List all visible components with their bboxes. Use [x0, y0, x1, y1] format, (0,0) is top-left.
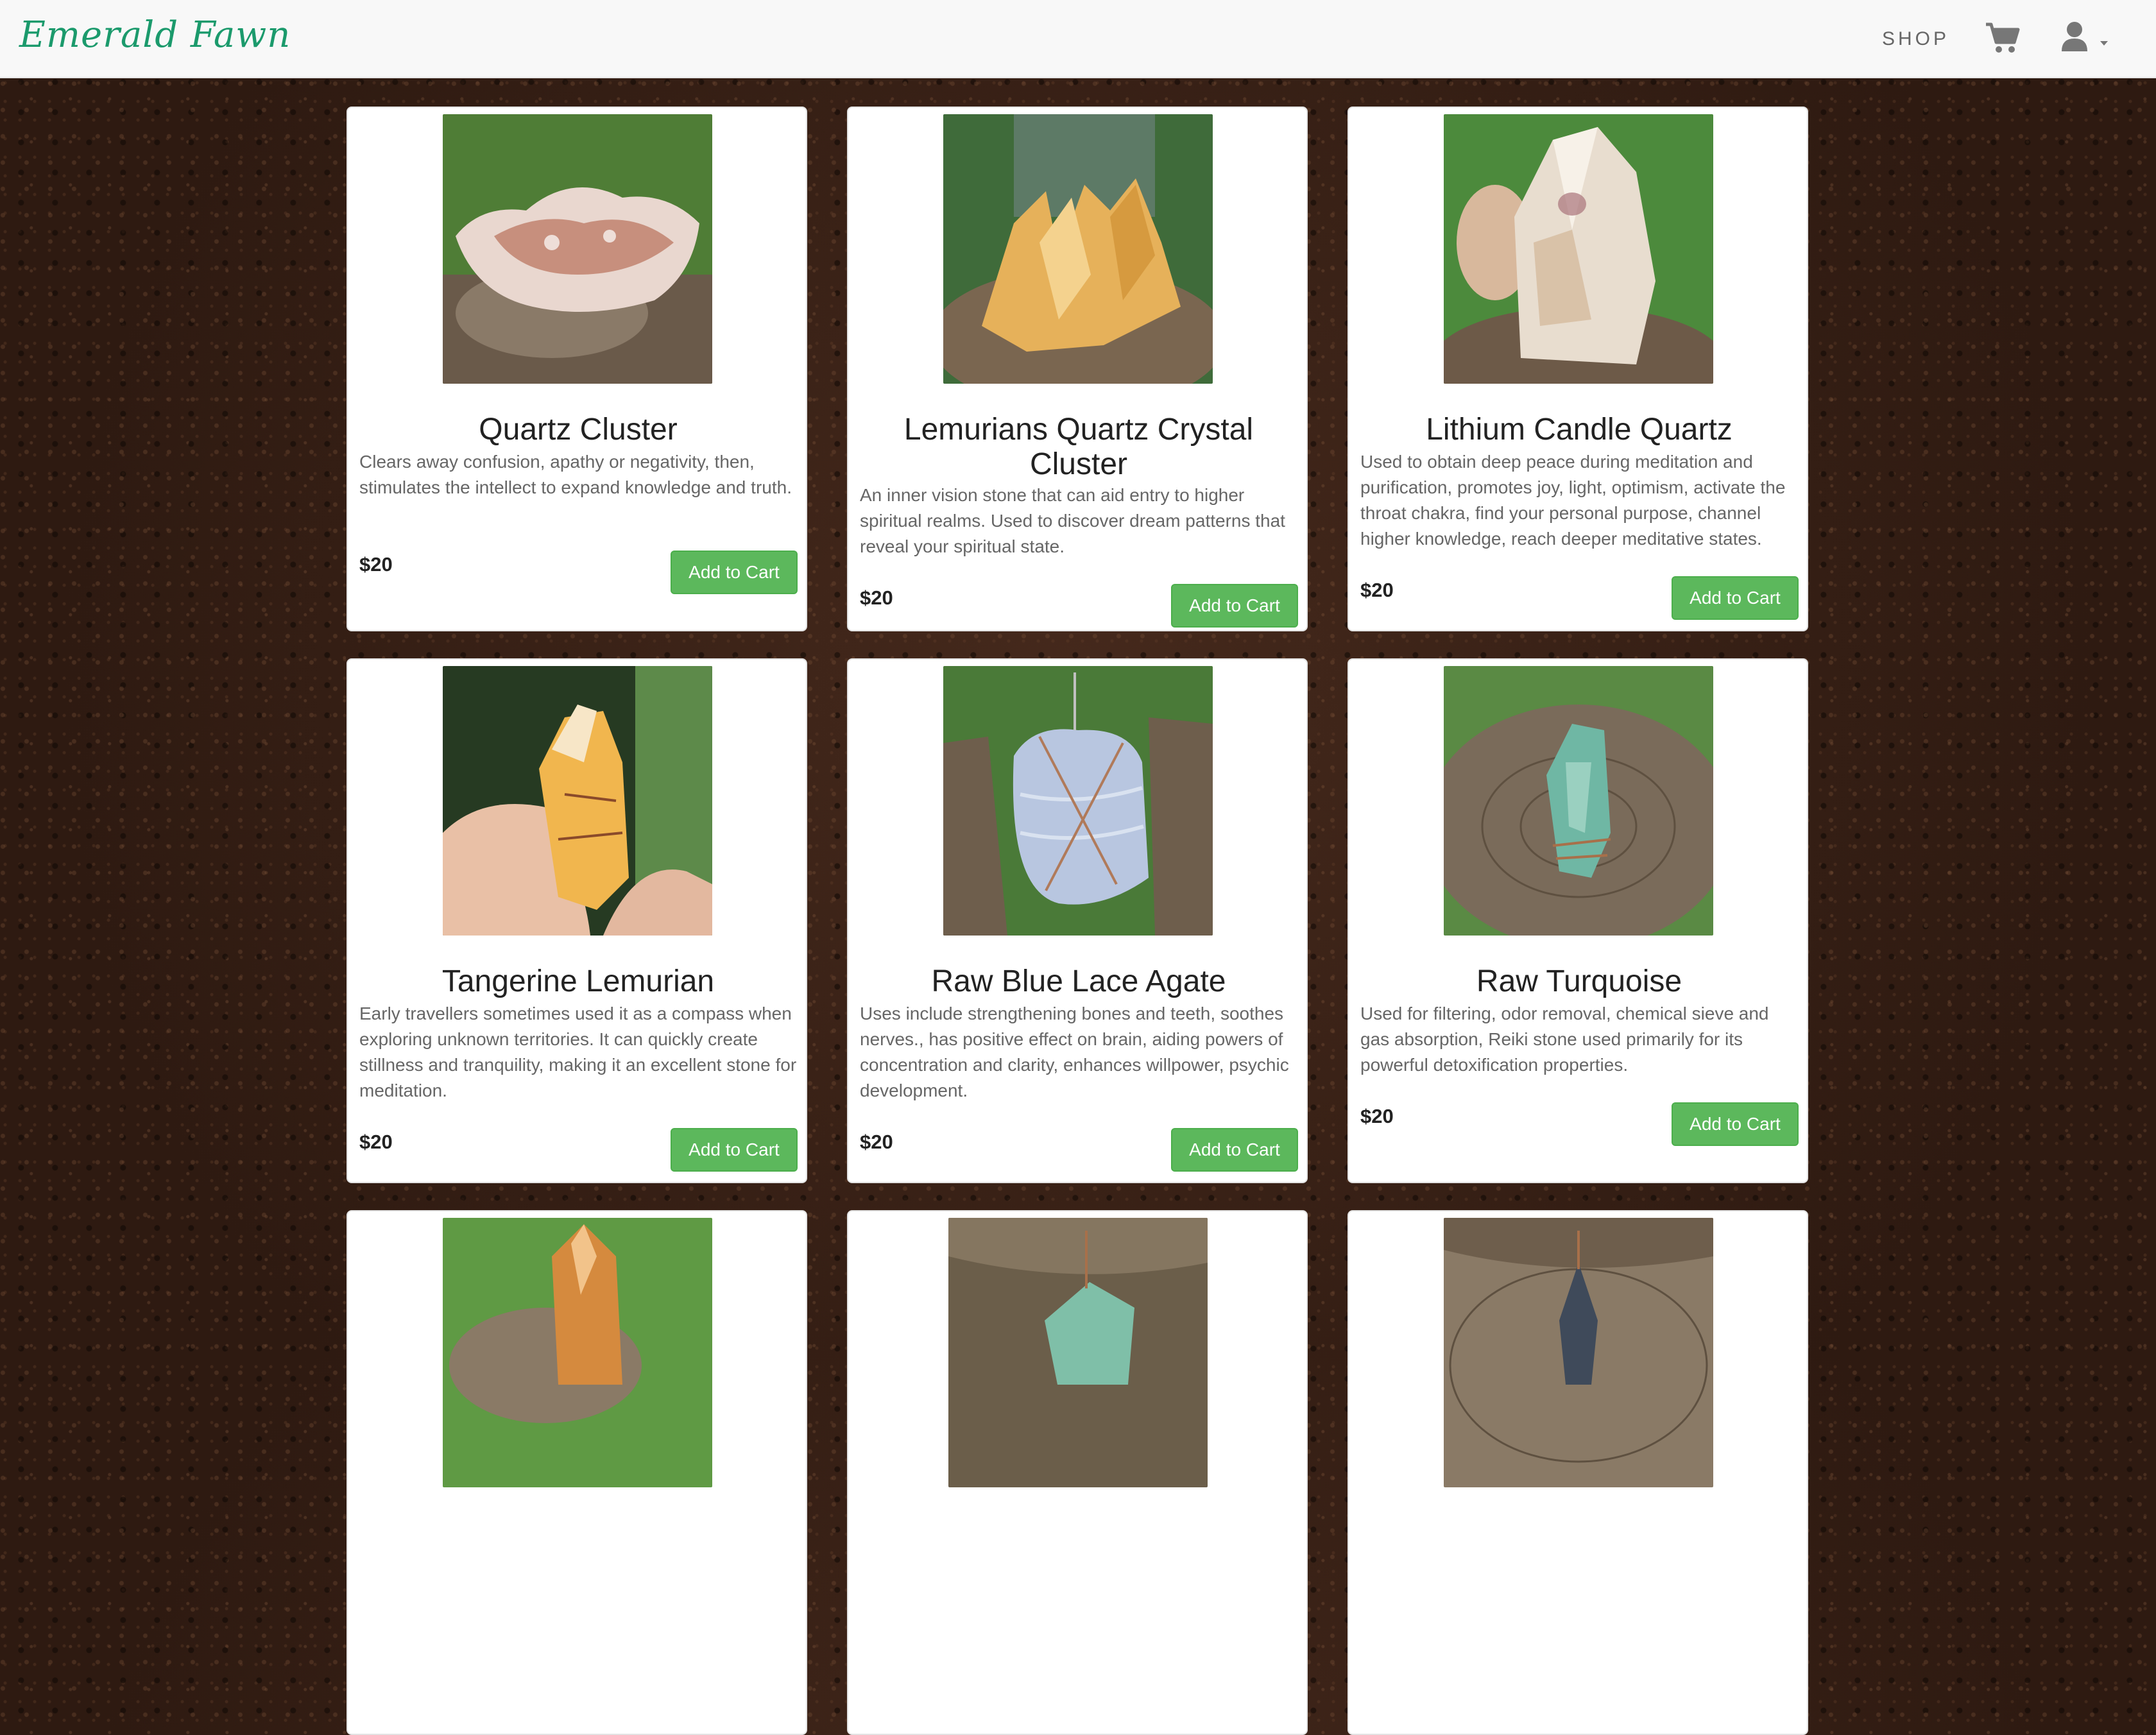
product-price: $20	[1360, 579, 1394, 601]
cart-icon[interactable]	[1985, 22, 2021, 55]
product-description: Used to obtain deep peace during meditat…	[1360, 452, 1786, 549]
product-price: $20	[359, 1131, 393, 1153]
product-title: Raw Turquoise	[1476, 964, 1682, 998]
product-card	[1348, 1210, 1808, 1735]
product-description: Used for filtering, odor removal, chemic…	[1360, 1004, 1769, 1075]
product-title: Tangerine Lemurian	[441, 964, 715, 998]
product-price: $20	[860, 586, 893, 609]
nav-shop-link[interactable]: SHOP	[1882, 28, 1949, 50]
product-description: An inner vision stone that can aid entry…	[860, 485, 1285, 556]
product-description: Uses include strengthening bones and tee…	[860, 1004, 1289, 1100]
add-to-cart-button[interactable]: Add to Cart	[1171, 584, 1298, 628]
product-price: $20	[1360, 1105, 1394, 1127]
product-card: Raw Blue Lace Agate Uses include strengt…	[847, 658, 1308, 1183]
add-to-cart-button[interactable]: Add to Cart	[671, 1128, 798, 1172]
user-menu-dropdown[interactable]	[2062, 21, 2119, 56]
product-image[interactable]	[1444, 1218, 1713, 1487]
user-icon	[2062, 22, 2087, 51]
add-to-cart-button[interactable]: Add to Cart	[1672, 1102, 1799, 1146]
product-title: Lemurians Quartz Crystal Cluster	[903, 413, 1254, 481]
product-title: Lithium Candle Quartz	[1426, 413, 1733, 447]
product-card: Raw Turquoise Used for filtering, odor r…	[1348, 658, 1808, 1183]
product-price: $20	[860, 1131, 893, 1153]
product-description: Early travellers sometimes used it as a …	[359, 1004, 797, 1100]
product-card: Tangerine Lemurian Early travellers some…	[346, 658, 807, 1183]
product-image[interactable]	[443, 114, 712, 384]
brand-logo[interactable]: Emerald Fawn	[19, 14, 291, 56]
product-image[interactable]	[1444, 666, 1713, 936]
product-description: Clears away confusion, apathy or negativ…	[359, 452, 792, 497]
product-image[interactable]	[948, 1218, 1208, 1487]
caret-down-icon	[2100, 41, 2108, 46]
product-card: Quartz Cluster Clears away confusion, ap…	[346, 107, 807, 631]
product-image[interactable]	[443, 666, 712, 936]
product-card: Lemurians Quartz Crystal Cluster An inne…	[847, 107, 1308, 631]
add-to-cart-button[interactable]: Add to Cart	[671, 551, 798, 594]
product-card	[346, 1210, 807, 1735]
product-card	[847, 1210, 1308, 1735]
product-image[interactable]	[1444, 114, 1713, 384]
product-image[interactable]	[943, 666, 1213, 936]
product-image[interactable]	[943, 114, 1213, 384]
product-card: Lithium Candle Quartz Used to obtain dee…	[1348, 107, 1808, 631]
product-image[interactable]	[443, 1218, 712, 1487]
add-to-cart-button[interactable]: Add to Cart	[1672, 576, 1799, 620]
product-title: Raw Blue Lace Agate	[931, 964, 1226, 998]
product-price: $20	[359, 553, 393, 576]
product-title: Quartz Cluster	[479, 413, 678, 447]
add-to-cart-button[interactable]: Add to Cart	[1171, 1128, 1298, 1172]
top-navbar: Emerald Fawn SHOP	[0, 0, 2156, 78]
